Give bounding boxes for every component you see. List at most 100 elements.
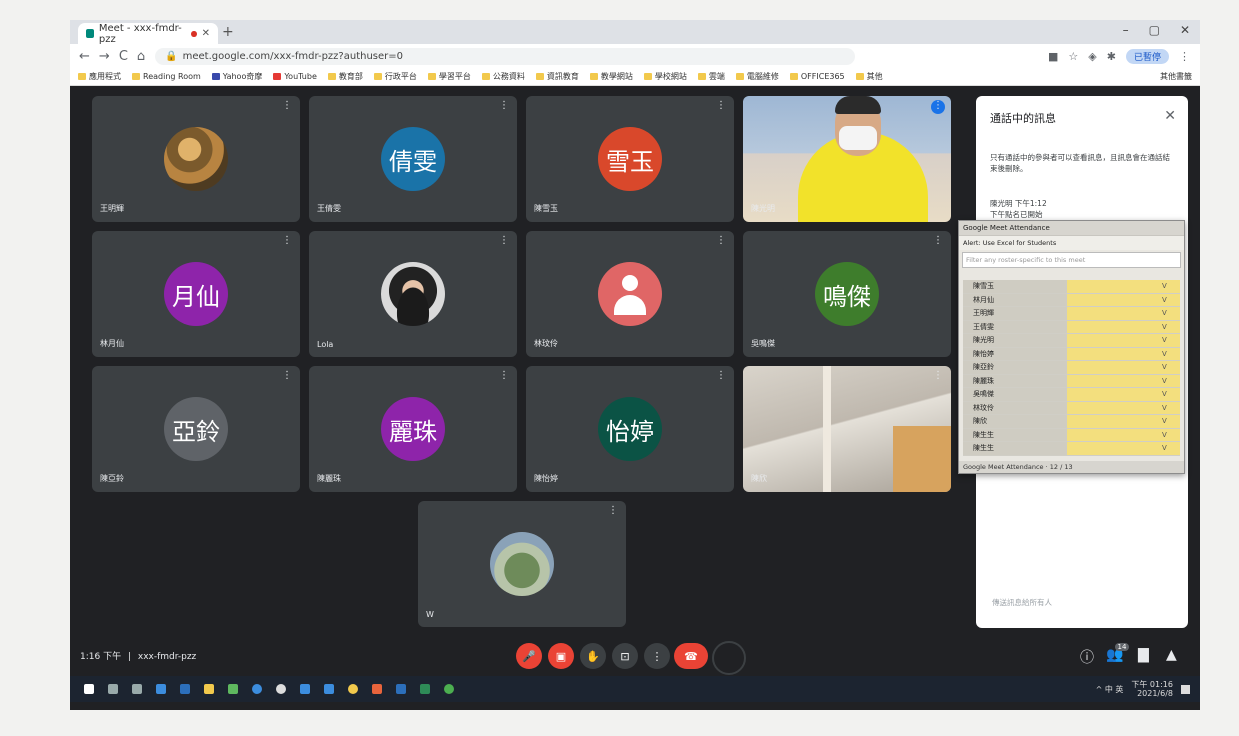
other-bookmarks[interactable]: 其他書籤 (1160, 71, 1200, 82)
browser-app-icon[interactable] (252, 684, 262, 694)
participant-tile[interactable]: ⋮ 陳光明 (743, 96, 951, 222)
attendance-row[interactable]: 陳生生 V (963, 428, 1180, 442)
attendance-row[interactable]: 陳欣 V (963, 415, 1180, 429)
camera-button[interactable]: ▣ (548, 643, 574, 669)
participant-tile[interactable]: 倩雯 ⋮ 王倩雯 (309, 96, 517, 222)
participant-tile[interactable]: 麗珠 ⋮ 陳麗珠 (309, 366, 517, 492)
edge-icon[interactable] (324, 684, 334, 694)
chat-icon[interactable]: ▇ (1138, 647, 1149, 663)
attendance-row[interactable]: 陳光明 V (963, 334, 1180, 348)
word-icon[interactable] (396, 684, 406, 694)
tile-more-icon[interactable]: ⋮ (499, 370, 509, 381)
panel-close-button[interactable]: ✕ (1164, 108, 1176, 124)
app-icon[interactable] (180, 684, 190, 694)
mic-button[interactable]: 🎤 (516, 643, 542, 669)
camera-permission-icon[interactable]: ■ (1048, 50, 1058, 63)
bookmark-item[interactable]: 學習平台 (427, 71, 471, 82)
explorer-icon[interactable] (156, 684, 166, 694)
back-button[interactable]: ← (79, 49, 90, 64)
search-icon[interactable] (108, 684, 118, 694)
attendance-row[interactable]: 陳麗珠 V (963, 374, 1180, 388)
attendance-row[interactable]: 王明輝 V (963, 307, 1180, 321)
chrome-icon[interactable] (348, 684, 358, 694)
tile-more-icon[interactable]: ⋮ (499, 235, 509, 246)
tile-more-icon[interactable]: ⋮ (282, 370, 292, 381)
download-icon[interactable] (300, 684, 310, 694)
bookmark-item[interactable]: 雲端 (697, 71, 725, 82)
participant-tile[interactable]: ⋮ Lola (309, 231, 517, 357)
address-bar[interactable]: 🔒 meet.google.com/xxx-fmdr-pzz?authuser=… (155, 47, 856, 65)
start-menu-icon[interactable] (84, 684, 94, 694)
end-call-button[interactable]: ☎ (674, 643, 708, 669)
reload-button[interactable]: C (119, 49, 128, 64)
bookmark-item[interactable]: 行政平台 (373, 71, 417, 82)
notification-icon[interactable] (1181, 684, 1190, 694)
new-tab-button[interactable]: + (222, 24, 234, 40)
home-button[interactable]: ⌂ (137, 49, 145, 64)
tile-more-icon[interactable]: ⋮ (499, 100, 509, 111)
tile-more-icon[interactable]: ⋮ (933, 370, 943, 381)
chat-app-icon[interactable] (228, 684, 238, 694)
close-tab-icon[interactable]: ✕ (202, 28, 210, 39)
participant-tile[interactable]: 鳴傑 ⋮ 吳鳴傑 (743, 231, 951, 357)
browser-tab[interactable]: Meet - xxx-fmdr-pzz ✕ (78, 23, 218, 45)
participant-tile[interactable]: ⋮ 王明輝 (92, 96, 300, 222)
attendance-filter-input[interactable]: Filter any roster-specific to this meet (962, 252, 1181, 268)
bookmark-item[interactable]: 應用程式 (78, 71, 121, 82)
extension-ring-button[interactable] (712, 641, 746, 675)
participant-tile[interactable]: 雪玉 ⋮ 陳雪玉 (526, 96, 734, 222)
tray-icons[interactable]: ^ 中 英 (1096, 684, 1124, 695)
raise-hand-button[interactable]: ✋ (580, 643, 606, 669)
bookmark-item[interactable]: 學校網站 (643, 71, 687, 82)
more-options-button[interactable]: ⋮ (644, 643, 670, 669)
tile-more-icon[interactable]: ⋮ (716, 100, 726, 111)
maximize-button[interactable]: ▢ (1149, 23, 1160, 37)
participant-tile[interactable]: 怡婷 ⋮ 陳怡婷 (526, 366, 734, 492)
tile-more-icon[interactable]: ⋮ (716, 370, 726, 381)
close-window-button[interactable]: ✕ (1180, 23, 1190, 37)
message-input[interactable]: 傳送訊息給所有人 (992, 597, 1052, 608)
task-view-icon[interactable] (132, 684, 142, 694)
activities-icon[interactable]: ▲ (1166, 647, 1177, 663)
profile-paused-button[interactable]: 已暫停 (1125, 48, 1169, 64)
tile-more-icon[interactable]: ⋮ (933, 235, 943, 246)
minimize-button[interactable]: – (1123, 23, 1129, 37)
settings-icon[interactable] (276, 684, 286, 694)
bookmark-item[interactable]: 公務資料 (481, 71, 525, 82)
tile-more-icon[interactable]: ⋮ (282, 100, 292, 111)
tile-more-icon[interactable]: ⋮ (608, 505, 618, 516)
present-button[interactable]: ⊡ (612, 643, 638, 669)
bookmark-item[interactable]: 資訊教育 (535, 71, 579, 82)
participant-tile[interactable]: ⋮ 林玟伶 (526, 231, 734, 357)
office-icon[interactable] (372, 684, 382, 694)
info-icon[interactable]: ⓘ (1080, 647, 1094, 667)
attendance-row[interactable]: 陳生生 V (963, 442, 1180, 456)
attendance-row[interactable]: 陳雪玉 V (963, 280, 1180, 294)
participant-tile[interactable]: ⋮ 陳欣 (743, 366, 951, 492)
menu-icon[interactable]: ⋮ (1179, 50, 1190, 63)
attendance-row[interactable]: 林月仙 V (963, 293, 1180, 307)
folder-icon[interactable] (204, 684, 214, 694)
bookmark-item[interactable]: 電腦維修 (735, 71, 779, 82)
attendance-row[interactable]: 林玟伶 V (963, 401, 1180, 415)
bookmark-item[interactable]: Reading Room (132, 72, 201, 81)
participant-tile[interactable]: 亞鈴 ⋮ 陳亞鈴 (92, 366, 300, 492)
bookmark-item[interactable]: 教育部 (327, 71, 363, 82)
attendance-toolbar[interactable]: Alert: Use Excel for Students (959, 235, 1184, 250)
attendance-row[interactable]: 陳亞鈴 V (963, 361, 1180, 375)
tile-more-icon[interactable]: ⋮ (933, 100, 943, 111)
tile-more-icon[interactable]: ⋮ (716, 235, 726, 246)
attendance-row[interactable]: 王倩雯 V (963, 320, 1180, 334)
bookmark-item[interactable]: YouTube (273, 72, 317, 81)
bookmark-item[interactable]: OFFICE365 (789, 72, 845, 81)
bookmark-item[interactable]: 教學網站 (589, 71, 633, 82)
bookmark-item[interactable]: Yahoo奇摩 (211, 71, 262, 82)
attendance-row[interactable]: 陳怡婷 V (963, 347, 1180, 361)
extension-icon[interactable]: ◈ (1088, 50, 1096, 63)
attendance-window[interactable]: Google Meet Attendance Alert: Use Excel … (958, 220, 1185, 474)
attendance-row[interactable]: 吳鳴傑 V (963, 388, 1180, 402)
star-icon[interactable]: ☆ (1068, 50, 1078, 63)
puzzle-icon[interactable]: ✱ (1107, 50, 1116, 63)
taskbar-clock[interactable]: 下午 01:16 2021/6/8 (1131, 680, 1173, 698)
forward-button[interactable]: → (99, 49, 110, 64)
